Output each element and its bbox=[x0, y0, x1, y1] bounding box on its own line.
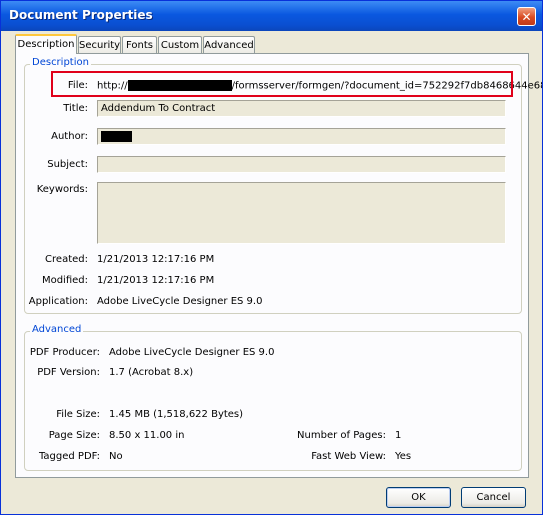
title-bar[interactable]: Document Properties ✕ bbox=[1, 1, 542, 31]
subject-field[interactable] bbox=[97, 156, 506, 173]
description-group-label: Description bbox=[30, 57, 91, 68]
advanced-group-label: Advanced bbox=[30, 324, 84, 335]
file-highlight-box bbox=[51, 71, 513, 97]
application-value: Adobe LiveCycle Designer ES 9.0 bbox=[97, 296, 263, 307]
modified-label: Modified: bbox=[41, 275, 88, 286]
subject-label: Subject: bbox=[47, 159, 88, 170]
author-field[interactable] bbox=[97, 128, 506, 145]
title-field[interactable]: Addendum To Contract bbox=[97, 100, 506, 117]
fast-web-view-value: Yes bbox=[395, 451, 412, 462]
tab-security[interactable]: Security bbox=[78, 36, 121, 53]
keywords-field[interactable] bbox=[97, 182, 506, 244]
tab-advanced[interactable]: Advanced bbox=[203, 36, 255, 53]
redacted-author-block bbox=[101, 131, 132, 142]
title-label: Title: bbox=[63, 103, 88, 114]
keywords-label: Keywords: bbox=[36, 184, 88, 195]
created-label: Created: bbox=[45, 254, 88, 265]
close-button[interactable]: ✕ bbox=[517, 7, 536, 26]
ok-button[interactable]: OK bbox=[386, 487, 451, 508]
tab-description[interactable]: Description bbox=[15, 34, 77, 54]
fast-web-view-label: Fast Web View: bbox=[311, 451, 386, 462]
window-title: Document Properties bbox=[9, 8, 153, 22]
application-label: Application: bbox=[28, 296, 88, 307]
tagged-pdf-label: Tagged PDF: bbox=[38, 451, 100, 462]
modified-value: 1/21/2013 12:17:16 PM bbox=[97, 275, 215, 286]
close-icon: ✕ bbox=[521, 10, 532, 24]
page-size-value: 8.50 x 11.00 in bbox=[109, 430, 185, 441]
tagged-pdf-value: No bbox=[109, 451, 123, 462]
tab-fonts[interactable]: Fonts bbox=[122, 36, 157, 53]
tab-custom[interactable]: Custom bbox=[158, 36, 202, 53]
pdf-producer-label: PDF Producer: bbox=[29, 347, 100, 358]
number-of-pages-label: Number of Pages: bbox=[297, 430, 386, 441]
number-of-pages-value: 1 bbox=[395, 430, 402, 441]
cancel-button[interactable]: Cancel bbox=[461, 487, 526, 508]
pdf-version-label: PDF Version: bbox=[37, 367, 100, 378]
author-label: Author: bbox=[51, 131, 88, 142]
file-size-value: 1.45 MB (1,518,622 Bytes) bbox=[109, 409, 244, 420]
pdf-producer-value: Adobe LiveCycle Designer ES 9.0 bbox=[109, 347, 275, 358]
pdf-version-value: 1.7 (Acrobat 8.x) bbox=[109, 367, 194, 378]
created-value: 1/21/2013 12:17:16 PM bbox=[97, 254, 215, 265]
description-tab-panel: Description File: http:///formsserver/fo… bbox=[15, 53, 542, 478]
page-size-label: Page Size: bbox=[48, 430, 100, 441]
file-size-label: File Size: bbox=[56, 409, 100, 420]
document-properties-dialog: Document Properties ✕ Description Securi… bbox=[0, 0, 543, 515]
